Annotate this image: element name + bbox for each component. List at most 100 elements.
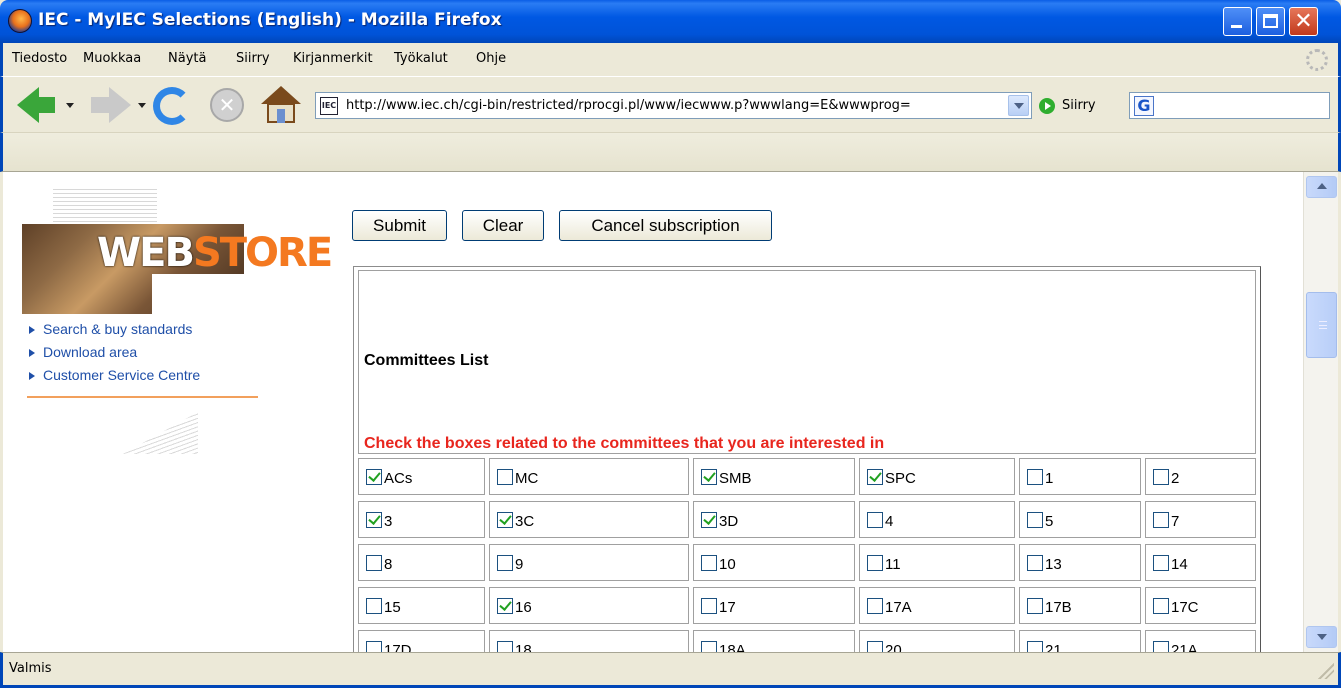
committee-checkbox[interactable] bbox=[497, 555, 513, 571]
cancel-subscription-button[interactable]: Cancel subscription bbox=[559, 210, 772, 241]
vertical-scrollbar[interactable] bbox=[1303, 172, 1338, 652]
address-input[interactable]: http://www.iec.ch/cgi-bin/restricted/rpr… bbox=[346, 98, 1001, 113]
nav-link-search-buy-standards[interactable]: Search & buy standards bbox=[27, 318, 200, 341]
committee-label: 18 bbox=[515, 642, 532, 652]
committee-checkbox[interactable] bbox=[701, 512, 717, 528]
close-window-button[interactable]: ✕ bbox=[1289, 7, 1318, 36]
committee-checkbox[interactable] bbox=[867, 469, 883, 485]
committee-checkbox[interactable] bbox=[366, 512, 382, 528]
status-bar: Valmis bbox=[0, 652, 1341, 688]
committee-checkbox[interactable] bbox=[1027, 598, 1043, 614]
committees-table: Committees List Check the boxes related … bbox=[353, 266, 1261, 652]
divider bbox=[27, 396, 258, 398]
committee-cell: 3C bbox=[489, 501, 689, 538]
nav-link-customer-service-centre[interactable]: Customer Service Centre bbox=[27, 364, 200, 387]
committee-label: 1 bbox=[1045, 470, 1054, 487]
committee-checkbox[interactable] bbox=[701, 598, 717, 614]
menu-help[interactable]: Ohje bbox=[476, 51, 506, 66]
committee-checkbox[interactable] bbox=[1027, 641, 1043, 652]
committee-cell: 15 bbox=[358, 587, 485, 624]
committee-label: 17C bbox=[1171, 599, 1199, 616]
committee-cell: SPC bbox=[859, 458, 1015, 495]
committee-checkbox[interactable] bbox=[1153, 555, 1169, 571]
maximize-button[interactable] bbox=[1256, 7, 1285, 36]
committee-checkbox[interactable] bbox=[497, 598, 513, 614]
committee-cell: 21 bbox=[1019, 630, 1141, 652]
committee-checkbox[interactable] bbox=[701, 641, 717, 652]
committee-label: SMB bbox=[719, 470, 752, 487]
committee-checkbox[interactable] bbox=[1027, 512, 1043, 528]
committee-checkbox[interactable] bbox=[366, 641, 382, 652]
minimize-button[interactable] bbox=[1223, 7, 1252, 36]
window-title-bar: IEC - MyIEC Selections (English) - Mozil… bbox=[0, 0, 1341, 43]
committee-cell: 8 bbox=[358, 544, 485, 581]
committee-label: 17A bbox=[885, 599, 912, 616]
bookmarks-toolbar bbox=[0, 132, 1341, 172]
committee-checkbox[interactable] bbox=[1153, 641, 1169, 652]
webstore-logo[interactable]: WEBSTORE bbox=[22, 224, 333, 314]
committee-checkbox[interactable] bbox=[497, 512, 513, 528]
decorative-lines bbox=[123, 412, 198, 454]
committee-cell: 17 bbox=[693, 587, 855, 624]
committee-cell: 17B bbox=[1019, 587, 1141, 624]
committee-cell: 13 bbox=[1019, 544, 1141, 581]
committee-checkbox[interactable] bbox=[701, 555, 717, 571]
address-bar[interactable]: IEC http://www.iec.ch/cgi-bin/restricted… bbox=[315, 92, 1032, 119]
forward-history-dropdown-icon[interactable] bbox=[138, 103, 146, 108]
home-icon[interactable] bbox=[261, 86, 301, 126]
committee-cell: 4 bbox=[859, 501, 1015, 538]
maximize-icon bbox=[1263, 14, 1278, 28]
go-icon[interactable] bbox=[1039, 98, 1055, 114]
nav-link-download-area[interactable]: Download area bbox=[27, 341, 200, 364]
committee-checkbox[interactable] bbox=[1153, 469, 1169, 485]
scroll-thumb[interactable] bbox=[1306, 292, 1337, 358]
committees-title: Committees List bbox=[364, 352, 489, 369]
menu-go[interactable]: Siirry bbox=[236, 51, 270, 66]
menu-bookmarks[interactable]: Kirjanmerkit bbox=[293, 51, 373, 66]
go-button-label[interactable]: Siirry bbox=[1062, 98, 1096, 113]
decorative-lines bbox=[53, 186, 157, 224]
clear-button[interactable]: Clear bbox=[462, 210, 544, 241]
committee-label: 11 bbox=[885, 556, 901, 573]
committee-checkbox[interactable] bbox=[867, 641, 883, 652]
committee-checkbox[interactable] bbox=[497, 641, 513, 652]
chevron-up-icon bbox=[1317, 183, 1327, 189]
address-dropdown-button[interactable] bbox=[1008, 95, 1029, 116]
committee-cell: ACs bbox=[358, 458, 485, 495]
committee-checkbox[interactable] bbox=[1027, 469, 1043, 485]
committee-checkbox[interactable] bbox=[867, 512, 883, 528]
committee-checkbox[interactable] bbox=[867, 555, 883, 571]
committee-checkbox[interactable] bbox=[366, 469, 382, 485]
status-text: Valmis bbox=[9, 661, 52, 676]
committee-label: ACs bbox=[384, 470, 413, 487]
committee-checkbox[interactable] bbox=[1153, 512, 1169, 528]
committee-cell: 14 bbox=[1145, 544, 1256, 581]
scroll-down-button[interactable] bbox=[1306, 626, 1337, 648]
committee-checkbox[interactable] bbox=[867, 598, 883, 614]
menu-view[interactable]: Näytä bbox=[168, 51, 206, 66]
resize-grip-icon[interactable] bbox=[1318, 663, 1334, 679]
google-search-engine-icon[interactable]: G bbox=[1134, 96, 1154, 116]
site-favicon-icon: IEC bbox=[320, 97, 338, 115]
committee-label: 9 bbox=[515, 556, 524, 573]
reload-icon[interactable] bbox=[153, 87, 191, 125]
back-history-dropdown-icon[interactable] bbox=[66, 103, 74, 108]
committee-cell: 5 bbox=[1019, 501, 1141, 538]
committee-checkbox[interactable] bbox=[366, 598, 382, 614]
committee-checkbox[interactable] bbox=[366, 555, 382, 571]
stop-icon[interactable]: ✕ bbox=[210, 88, 244, 122]
committee-cell: 21A bbox=[1145, 630, 1256, 652]
committee-checkbox[interactable] bbox=[1153, 598, 1169, 614]
submit-button[interactable]: Submit bbox=[352, 210, 447, 241]
scroll-up-button[interactable] bbox=[1306, 176, 1337, 198]
menu-tools[interactable]: Työkalut bbox=[394, 51, 448, 66]
committee-checkbox[interactable] bbox=[701, 469, 717, 485]
committee-label: 17D bbox=[384, 642, 412, 652]
committee-checkbox[interactable] bbox=[1027, 555, 1043, 571]
search-box[interactable]: G bbox=[1129, 92, 1330, 119]
bullet-arrow-icon bbox=[29, 372, 35, 380]
bullet-arrow-icon bbox=[29, 326, 35, 334]
menu-file[interactable]: Tiedosto bbox=[12, 51, 67, 66]
committee-checkbox[interactable] bbox=[497, 469, 513, 485]
menu-edit[interactable]: Muokkaa bbox=[83, 51, 141, 66]
